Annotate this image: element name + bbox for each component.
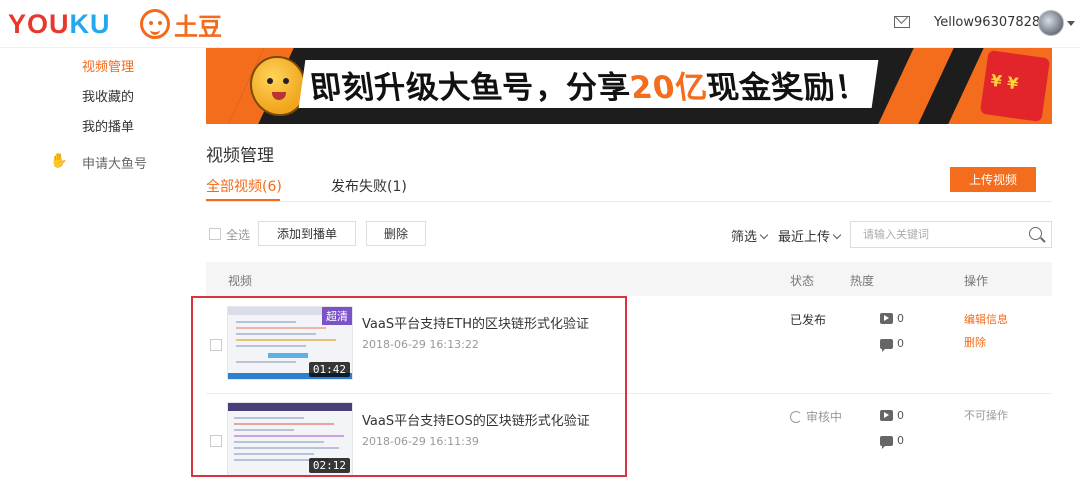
search-box	[850, 221, 1052, 248]
sidebar-item-playlists[interactable]: 我的播单	[82, 116, 134, 135]
play-count: 0	[880, 409, 904, 422]
username[interactable]: Yellow96307828	[934, 15, 1040, 30]
column-header-video: 视频	[228, 274, 253, 288]
banner-headline: 即刻升级大鱼号，分享20亿现金奖励！	[298, 60, 879, 108]
sort-dropdown[interactable]: 最近上传	[778, 226, 842, 245]
top-bar: YOUKU 土豆 Yellow96307828	[0, 0, 1080, 48]
youku-logo[interactable]: YOUKU	[8, 9, 111, 40]
select-all-checkbox[interactable]	[209, 228, 221, 240]
comment-count: 0	[880, 434, 904, 449]
mascot-icon	[250, 56, 306, 116]
play-count: 0	[880, 312, 904, 325]
comment-count: 0	[880, 337, 904, 352]
delete-button[interactable]: 删除	[366, 221, 426, 246]
upload-video-button[interactable]: 上传视频	[950, 167, 1036, 192]
column-header-popularity: 热度	[850, 274, 875, 288]
banner-stripe	[878, 48, 954, 124]
sidebar-item-favorites[interactable]: 我收藏的	[82, 86, 134, 105]
no-action-label: 不可操作	[964, 409, 1008, 422]
hand-icon: ✋	[50, 153, 68, 169]
filter-dropdown[interactable]: 筛选	[731, 226, 769, 245]
red-envelope-icon	[979, 49, 1051, 123]
tudou-logo[interactable]: 土豆	[140, 8, 222, 41]
mail-icon[interactable]	[894, 16, 910, 28]
table-header: 视频 状态 热度 操作	[206, 262, 1052, 296]
select-all-label[interactable]: 全选	[226, 226, 250, 243]
status-badge: 审核中	[790, 408, 842, 425]
chevron-down-icon	[832, 230, 842, 240]
comment-icon	[880, 338, 893, 352]
status-badge: 已发布	[790, 313, 827, 327]
chevron-down-icon[interactable]	[1067, 21, 1075, 26]
search-input[interactable]	[851, 222, 1021, 247]
avatar[interactable]	[1038, 10, 1064, 36]
search-icon[interactable]	[1029, 227, 1042, 240]
page-title: 视频管理	[206, 146, 274, 166]
play-icon	[880, 410, 893, 421]
comment-icon	[880, 435, 893, 449]
play-icon	[880, 313, 893, 324]
tab-all-videos[interactable]: 全部视频(6)	[206, 176, 282, 196]
refresh-icon	[790, 411, 802, 423]
delete-link[interactable]: 删除	[964, 334, 986, 350]
active-tab-underline	[206, 199, 280, 201]
column-header-actions: 操作	[964, 274, 989, 288]
chevron-down-icon	[759, 230, 769, 240]
tab-divider	[206, 201, 1052, 202]
tab-publish-failed[interactable]: 发布失败(1)	[331, 176, 407, 196]
add-to-playlist-button[interactable]: 添加到播单	[258, 221, 356, 246]
sidebar-item-apply-dayu[interactable]: 申请大鱼号	[82, 153, 147, 172]
tudou-logo-text: 土豆	[174, 12, 222, 41]
promo-banner[interactable]: 即刻升级大鱼号，分享20亿现金奖励！	[206, 48, 1052, 124]
highlight-box	[191, 296, 627, 477]
sidebar-item-video-manage[interactable]: 视频管理	[82, 56, 134, 75]
column-header-status: 状态	[790, 274, 815, 288]
edit-info-link[interactable]: 编辑信息	[964, 311, 1008, 327]
tudou-face-icon	[140, 9, 170, 39]
